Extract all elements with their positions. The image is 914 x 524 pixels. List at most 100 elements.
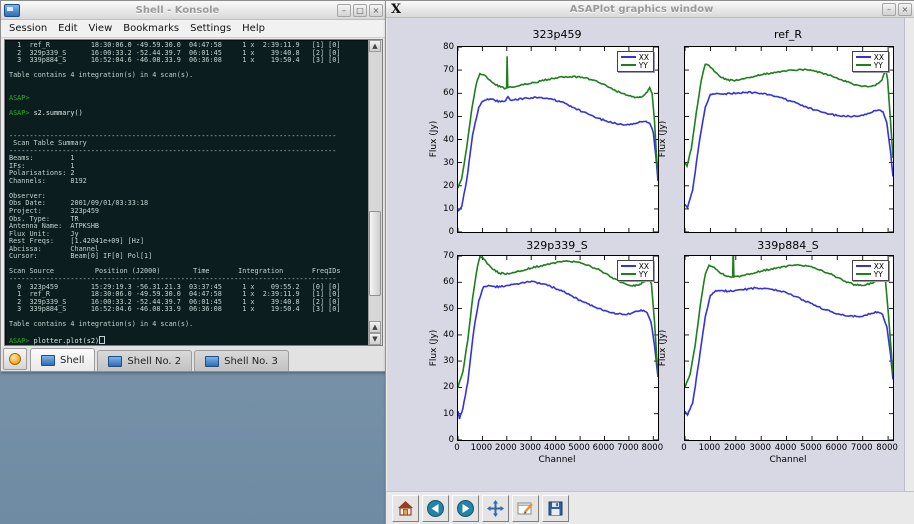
terminal[interactable]: 1 ref_R 18:30:06.0 -49.59.30.0 04:47:58 … [4,39,383,346]
terminal-line: Table contains 4 integration(s) in 4 sca… [9,321,366,329]
y-tick-label: 10 [428,409,454,419]
pan-icon [486,499,505,518]
y-tick-label: 60 [428,88,454,98]
x-axis-label-clipped: Channel [684,252,892,256]
legend-line-sample [856,56,871,58]
asaplot-window: X ASAPlot graphics window – × 323p459 re… [385,0,914,524]
back-icon [426,499,445,518]
y-tick-label: 30 [428,356,454,366]
y-tick-label: 20 [428,181,454,191]
axes-329p339-s: XXYY [457,255,659,441]
terminal-line: ASAP> [9,95,366,103]
asaplot-title: ASAPlot graphics window [403,4,880,15]
home-button[interactable] [392,495,419,522]
figure-canvas[interactable]: 323p459 ref_R 329p339_S 339p884_S XXYY X… [387,18,914,491]
terminal-line: ASAP> s2.summary() [9,110,366,118]
x-axis-label: Channel [457,455,657,465]
scroll-up-icon[interactable]: ▲ [369,40,381,52]
edit-parameters-button[interactable] [512,495,539,522]
y-tick-label: 20 [428,382,454,392]
terminal-line: Channels: 8192 [9,178,366,186]
series-yy [458,56,658,188]
konsole-titlebar[interactable]: Shell - Konsole – □ × [1,1,386,20]
x-axis-label: Channel [684,455,892,465]
terminal-icon [41,355,55,366]
menu-view[interactable]: View [89,23,113,34]
terminal-line [9,117,366,125]
minimize-button[interactable]: – [337,4,351,17]
minimize-button[interactable]: – [882,3,896,16]
x-axis-label-clipped: Channel [457,252,657,256]
x-tick-label: 8000 [871,443,903,453]
series-xx [685,287,893,415]
terminal-line: 3 339p884_S 16:52:04.6 -46.08.33.9 06:36… [9,57,366,65]
plot-toolbar [386,491,914,524]
legend-line-sample [621,273,636,275]
asaplot-titlebar[interactable]: X ASAPlot graphics window – × [386,1,914,18]
plot-title: 339p884_S [684,239,892,252]
legend-line-sample [621,64,636,66]
legend-line-sample [621,265,636,267]
menu-bookmarks[interactable]: Bookmarks [123,23,179,34]
legend: XXYY [617,51,654,72]
y-tick-label: 80 [428,42,454,52]
scrollbar[interactable]: ▲ ▲ ▼ [368,40,382,345]
scroll-up-icon[interactable]: ▲ [369,321,381,333]
scroll-down-icon[interactable]: ▼ [369,333,381,345]
forward-button[interactable] [452,495,479,522]
legend-line-sample [621,56,636,58]
menu-help[interactable]: Help [242,23,265,34]
terminal-line: Table contains 4 integration(s) in 4 sca… [9,72,366,80]
back-button[interactable] [422,495,449,522]
tab-shell[interactable]: Shell [30,348,95,371]
maximize-button[interactable]: □ [353,4,367,17]
close-button[interactable]: × [898,3,912,16]
legend-label: YY [639,270,648,279]
close-button[interactable]: × [369,4,383,17]
legend: XXYY [852,51,889,72]
series-xx [685,92,893,208]
y-tick-label: 0 [428,227,454,237]
y-tick-label: 10 [428,204,454,214]
tab-shell-3[interactable]: Shell No. 3 [194,350,289,371]
axes-ref-r: XXYY [684,46,894,233]
y-tick-label: 70 [428,65,454,75]
tab-label: Shell [60,355,84,366]
y-tick-label: 30 [428,158,454,168]
konsole-title: Shell - Konsole [20,5,335,16]
menu-settings[interactable]: Settings [190,23,231,34]
legend: XXYY [617,260,654,281]
save-icon [546,499,565,518]
legend-label: YY [874,61,883,70]
desktop: Shell - Konsole – □ × Session Edit View … [0,0,914,524]
terminal-line: Cursor: Beam[0] IF[0] Pol[1] [9,253,366,261]
menu-bar: Session Edit View Bookmarks Settings Hel… [1,20,386,38]
y-tick-label: 60 [428,277,454,287]
new-session-icon [9,353,21,365]
canvas-right-margin [904,18,914,491]
series-xx [458,97,658,212]
pan-button[interactable] [482,495,509,522]
legend-label: YY [639,61,648,70]
plot-title: ref_R [684,28,892,41]
menu-edit[interactable]: Edit [58,23,77,34]
series-xx [458,281,658,419]
new-session-button[interactable] [3,348,27,370]
konsole-window: Shell - Konsole – □ × Session Edit View … [0,0,387,372]
x-tick-label: 8000 [636,443,668,453]
forward-icon [456,499,475,518]
terminal-output: 1 ref_R 18:30:06.0 -49.59.30.0 04:47:58 … [9,42,366,345]
menu-session[interactable]: Session [9,23,47,34]
legend-label: YY [874,270,883,279]
terminal-line [9,80,366,88]
scrollbar-thumb[interactable] [369,211,381,296]
konsole-app-icon [4,4,20,17]
tab-label: Shell No. 3 [224,356,278,367]
y-tick-label: 40 [428,330,454,340]
home-icon [396,499,415,518]
save-button[interactable] [542,495,569,522]
tab-shell-2[interactable]: Shell No. 2 [97,350,192,371]
legend-line-sample [856,265,871,267]
y-tick-label: 70 [428,251,454,261]
terminal-line [9,329,366,337]
